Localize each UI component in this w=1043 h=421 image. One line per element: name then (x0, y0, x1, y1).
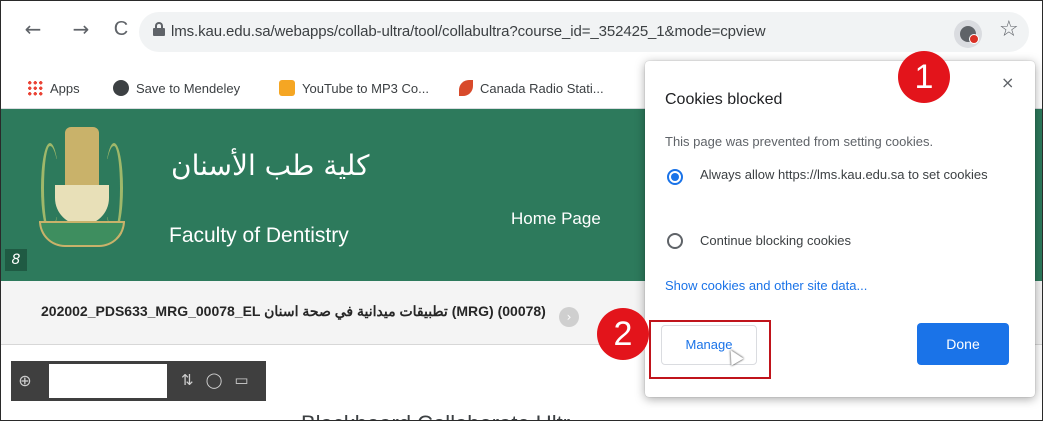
popup-description: This page was prevented from setting coo… (665, 134, 934, 149)
bookmark-label: Apps (50, 80, 80, 96)
forward-icon[interactable]: → (69, 17, 93, 41)
bookmark-label: Canada Radio Stati... (480, 80, 604, 96)
radio-continue-blocking[interactable] (667, 233, 683, 249)
manage-highlight-box (649, 320, 771, 379)
bookmark-canada-radio[interactable]: Canada Radio Stati... (459, 80, 604, 96)
close-icon[interactable]: × (1001, 73, 1014, 92)
globe-icon (113, 80, 129, 96)
collab-toolbar: ⊕ ⇅◯▭ (11, 361, 266, 401)
collab-heading: Blackboard Collaborate Ultr (301, 411, 570, 420)
add-icon[interactable]: ⊕ (15, 371, 35, 391)
apps-grid-icon (27, 80, 43, 96)
edit-icon[interactable]: 8 (5, 249, 27, 271)
popup-title: Cookies blocked (665, 91, 783, 108)
browser-toolbar: ← → C lms.kau.edu.sa/webapps/collab-ultr… (1, 1, 1042, 69)
collab-search-input[interactable] (49, 364, 167, 398)
bookmark-star-icon[interactable]: ☆ (999, 17, 1019, 42)
collab-tool-icons[interactable]: ⇅◯▭ (181, 371, 261, 389)
bookmark-label: Save to Mendeley (136, 80, 241, 96)
radio-always-allow[interactable] (667, 169, 683, 185)
site-name-arabic: كلية طب الأسنان (171, 149, 370, 182)
chevron-icon[interactable]: › (559, 307, 579, 327)
step-2-callout: 2 (597, 308, 649, 360)
bookmark-icon (279, 80, 295, 96)
option-label-continue-blocking[interactable]: Continue blocking cookies (700, 231, 851, 250)
site-name-english: Faculty of Dentistry (169, 224, 349, 247)
url-text[interactable]: lms.kau.edu.sa/webapps/collab-ultra/tool… (171, 23, 766, 40)
option-label-always-allow[interactable]: Always allow https://lms.kau.edu.sa to s… (700, 165, 1000, 184)
step-1-callout: 1 (898, 51, 950, 103)
back-icon[interactable]: ← (21, 17, 45, 41)
lock-icon[interactable] (153, 22, 165, 36)
university-crest-logo (39, 113, 125, 273)
reload-icon[interactable]: C (109, 17, 133, 41)
done-button[interactable]: Done (917, 323, 1009, 365)
bookmark-apps[interactable]: Apps (27, 80, 80, 96)
show-cookies-link[interactable]: Show cookies and other site data... (665, 278, 867, 293)
bookmark-youtube-mp3[interactable]: YouTube to MP3 Co... (279, 80, 429, 96)
home-page-link[interactable]: Home Page (511, 209, 601, 229)
course-title: 202002_PDS633_MRG_00078_EL تطبيقات ميدان… (41, 303, 546, 319)
leaf-icon (459, 80, 473, 96)
bookmark-label: YouTube to MP3 Co... (302, 80, 429, 96)
bookmark-mendeley[interactable]: Save to Mendeley (113, 80, 240, 96)
cookie-blocked-icon[interactable] (954, 20, 982, 48)
screenshot-frame: ← → C lms.kau.edu.sa/webapps/collab-ultr… (0, 0, 1043, 421)
